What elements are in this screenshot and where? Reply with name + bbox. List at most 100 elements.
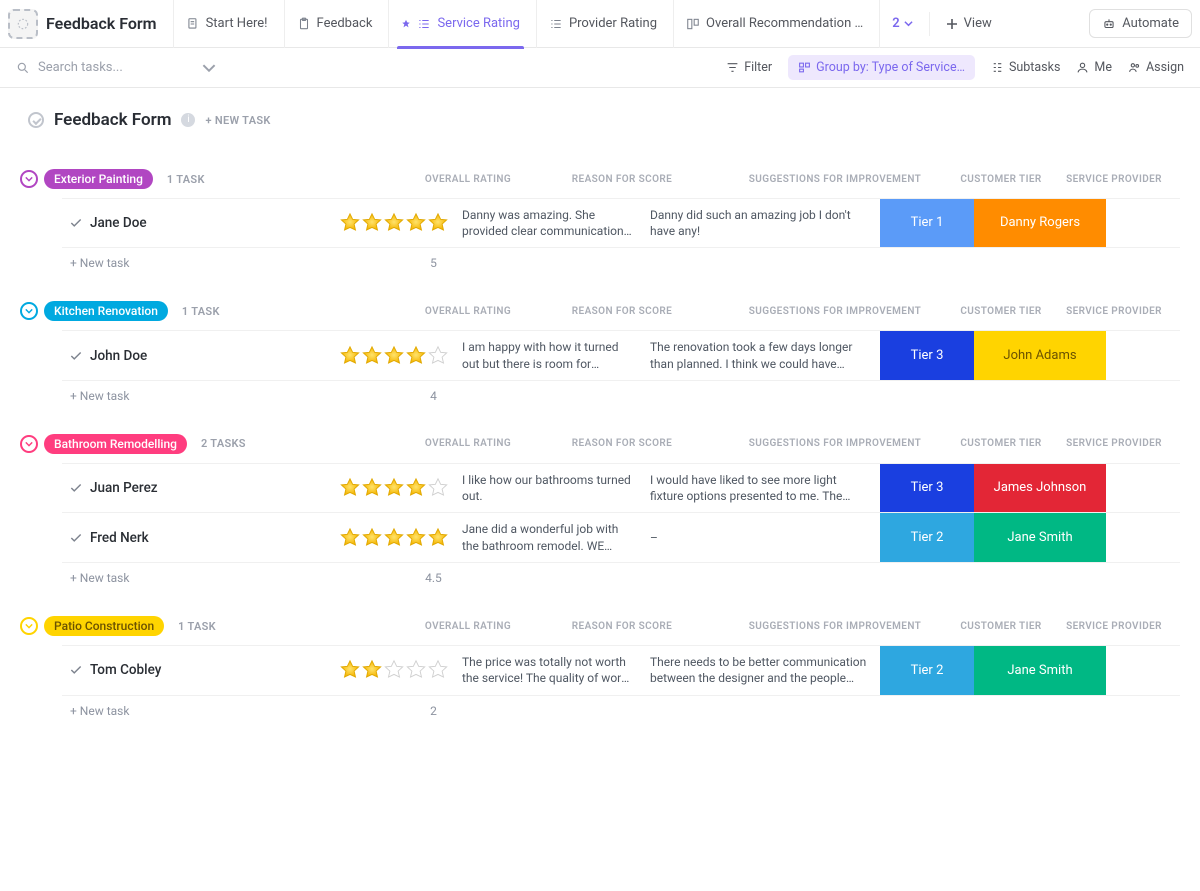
col-header-rating[interactable]: OVERALL RATING [408,621,528,632]
col-header-rating[interactable]: OVERALL RATING [408,438,528,449]
col-header-reason[interactable]: REASON FOR SCORE [528,306,716,317]
col-header-tier[interactable]: CUSTOMER TIER [954,438,1048,449]
task-row[interactable]: Juan Perez I like how our bathrooms turne… [62,463,1180,513]
col-header-rating[interactable]: OVERALL RATING [408,174,528,185]
task-name[interactable]: Juan Perez [90,464,334,512]
cell-provider[interactable]: Jane Smith [974,646,1106,694]
task-row[interactable]: Tom Cobley The price was totally not wort… [62,645,1180,695]
col-header-provider[interactable]: SERVICE PROVIDER [1048,306,1180,317]
col-header-suggestions[interactable]: SUGGESTIONS FOR IMPROVEMENT [716,306,954,317]
cell-reason[interactable]: I am happy with how it turned out but th… [454,331,642,379]
task-row[interactable]: Fred Nerk Jane did a wonderful job with t… [62,513,1180,563]
rating-stars[interactable] [339,659,449,681]
cell-tier[interactable]: Tier 2 [880,646,974,694]
assign-button[interactable]: Assign [1128,60,1184,75]
group-pill[interactable]: Bathroom Remodelling [44,434,187,454]
add-view-button[interactable]: View [934,16,1004,31]
app-icon [8,9,38,39]
col-header-tier[interactable]: CUSTOMER TIER [954,174,1048,185]
rating-stars[interactable] [339,345,449,367]
hidden-views-count[interactable]: 2 [879,0,924,48]
cell-provider[interactable]: Danny Rogers [974,199,1106,247]
cell-suggestions[interactable]: There needs to be better communication b… [642,646,880,694]
collapse-toggle[interactable] [20,170,38,188]
cell-reason[interactable]: The price was totally not worth the serv… [454,646,642,694]
col-header-provider[interactable]: SERVICE PROVIDER [1048,438,1180,449]
task-name[interactable]: Tom Cobley [90,646,334,694]
task-status-toggle[interactable] [62,199,90,247]
task-row[interactable]: Jane Doe Danny was amazing. She provided … [62,198,1180,248]
col-header-suggestions[interactable]: SUGGESTIONS FOR IMPROVEMENT [716,174,954,185]
col-header-tier[interactable]: CUSTOMER TIER [954,621,1048,632]
col-header-rating[interactable]: OVERALL RATING [408,306,528,317]
cell-provider[interactable]: John Adams [974,331,1106,379]
cell-rating[interactable] [334,646,454,694]
star-icon [361,345,383,367]
col-header-tier[interactable]: CUSTOMER TIER [954,306,1048,317]
cell-suggestions[interactable]: – [642,513,880,562]
cell-tier[interactable]: Tier 3 [880,464,974,512]
rating-stars[interactable] [339,527,449,549]
automate-button[interactable]: Automate [1089,9,1192,38]
task-name[interactable]: Fred Nerk [90,513,334,562]
new-task-button[interactable]: + New task [70,256,129,270]
tab-feedback[interactable]: Feedback [284,0,385,48]
cell-tier[interactable]: Tier 3 [880,331,974,379]
task-row[interactable]: John Doe I am happy with how it turned ou… [62,330,1180,380]
col-header-provider[interactable]: SERVICE PROVIDER [1048,174,1180,185]
star-icon [361,527,383,549]
cell-rating[interactable] [334,513,454,562]
subtasks-button[interactable]: Subtasks [991,60,1060,75]
group-pill[interactable]: Kitchen Renovation [44,301,168,321]
tab-overall-recommendation-[interactable]: Overall Recommendation … [673,0,875,48]
new-task-button[interactable]: + New task [70,571,129,585]
cell-tier[interactable]: Tier 1 [880,199,974,247]
col-header-reason[interactable]: REASON FOR SCORE [528,174,716,185]
cell-provider[interactable]: James Johnson [974,464,1106,512]
status-circle-icon[interactable] [28,112,44,128]
col-header-provider[interactable]: SERVICE PROVIDER [1048,621,1180,632]
cell-tier[interactable]: Tier 2 [880,513,974,562]
cell-reason[interactable]: Danny was amazing. She provided clear co… [454,199,642,247]
collapse-toggle[interactable] [20,302,38,320]
task-status-toggle[interactable] [62,646,90,694]
col-header-suggestions[interactable]: SUGGESTIONS FOR IMPROVEMENT [716,621,954,632]
task-name[interactable]: Jane Doe [90,199,334,247]
col-header-reason[interactable]: REASON FOR SCORE [528,438,716,449]
cell-rating[interactable] [334,199,454,247]
cell-provider[interactable]: Jane Smith [974,513,1106,562]
new-task-button[interactable]: + New task [70,704,129,718]
group-pill[interactable]: Patio Construction [44,616,164,636]
group-by-button[interactable]: Group by: Type of Service… [788,55,975,80]
filter-button[interactable]: Filter [726,60,772,75]
task-name[interactable]: John Doe [90,331,334,379]
group-pill[interactable]: Exterior Painting [44,169,153,189]
task-status-toggle[interactable] [62,513,90,562]
cell-suggestions[interactable]: The renovation took a few days longer th… [642,331,880,379]
search-input[interactable]: Search tasks... [16,60,216,75]
tab-service-rating[interactable]: Service Rating [388,0,532,48]
cell-rating[interactable] [334,331,454,379]
cell-rating[interactable] [334,464,454,512]
cell-reason[interactable]: I like how our bathrooms turned out. [454,464,642,512]
me-button[interactable]: Me [1076,60,1112,75]
cell-suggestions[interactable]: Danny did such an amazing job I don't ha… [642,199,880,247]
collapse-toggle[interactable] [20,617,38,635]
cell-reason[interactable]: Jane did a wonderful job with the bathro… [454,513,642,562]
pin-icon [401,19,411,29]
star-icon [405,345,427,367]
col-header-reason[interactable]: REASON FOR SCORE [528,621,716,632]
tab-start-here-[interactable]: Start Here! [173,0,280,48]
rating-stars[interactable] [339,212,449,234]
rating-stars[interactable] [339,477,449,499]
task-status-toggle[interactable] [62,464,90,512]
info-icon[interactable]: i [181,113,195,127]
collapse-toggle[interactable] [20,435,38,453]
task-status-toggle[interactable] [62,331,90,379]
cell-suggestions[interactable]: I would have liked to see more light fix… [642,464,880,512]
new-task-button[interactable]: + New task [70,389,129,403]
col-header-suggestions[interactable]: SUGGESTIONS FOR IMPROVEMENT [716,438,954,449]
new-task-header-button[interactable]: + NEW TASK [205,114,270,127]
star-icon [405,527,427,549]
tab-provider-rating[interactable]: Provider Rating [536,0,669,48]
